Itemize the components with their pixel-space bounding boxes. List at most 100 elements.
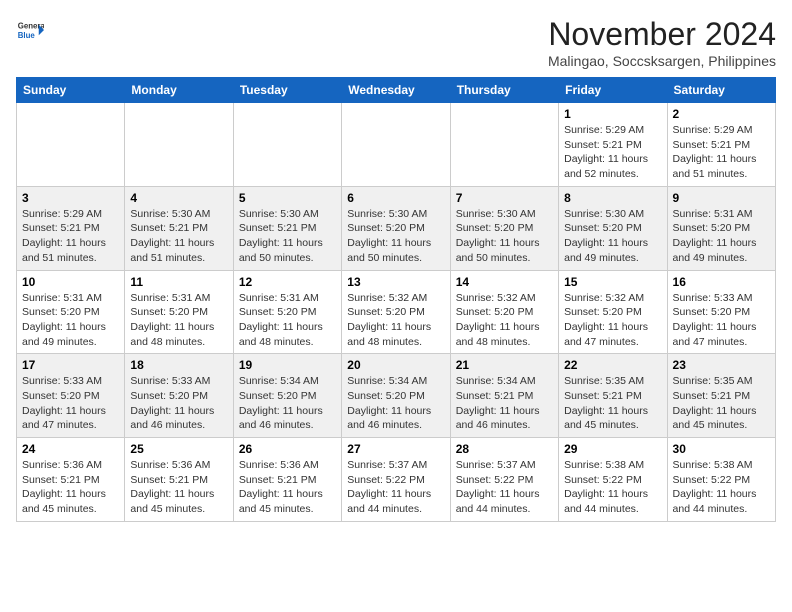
day-of-week-header: Tuesday <box>233 78 341 103</box>
day-info: Sunrise: 5:32 AM Sunset: 5:20 PM Dayligh… <box>564 291 661 350</box>
day-info: Sunrise: 5:36 AM Sunset: 5:21 PM Dayligh… <box>22 458 119 517</box>
calendar-cell <box>342 103 450 187</box>
day-info: Sunrise: 5:35 AM Sunset: 5:21 PM Dayligh… <box>673 374 770 433</box>
day-number: 4 <box>130 191 227 205</box>
day-number: 22 <box>564 358 661 372</box>
day-number: 10 <box>22 275 119 289</box>
day-info: Sunrise: 5:34 AM Sunset: 5:20 PM Dayligh… <box>239 374 336 433</box>
day-info: Sunrise: 5:30 AM Sunset: 5:20 PM Dayligh… <box>347 207 444 266</box>
calendar-cell: 13 Sunrise: 5:32 AM Sunset: 5:20 PM Dayli… <box>342 270 450 354</box>
calendar-cell: 26 Sunrise: 5:36 AM Sunset: 5:21 PM Dayli… <box>233 438 341 522</box>
day-of-week-header: Monday <box>125 78 233 103</box>
day-info: Sunrise: 5:36 AM Sunset: 5:21 PM Dayligh… <box>239 458 336 517</box>
day-info: Sunrise: 5:33 AM Sunset: 5:20 PM Dayligh… <box>673 291 770 350</box>
day-number: 3 <box>22 191 119 205</box>
calendar-week-row: 1 Sunrise: 5:29 AM Sunset: 5:21 PM Daylig… <box>17 103 776 187</box>
day-info: Sunrise: 5:29 AM Sunset: 5:21 PM Dayligh… <box>673 123 770 182</box>
calendar-week-row: 17 Sunrise: 5:33 AM Sunset: 5:20 PM Dayli… <box>17 354 776 438</box>
day-number: 12 <box>239 275 336 289</box>
day-info: Sunrise: 5:37 AM Sunset: 5:22 PM Dayligh… <box>456 458 553 517</box>
day-info: Sunrise: 5:33 AM Sunset: 5:20 PM Dayligh… <box>22 374 119 433</box>
day-number: 14 <box>456 275 553 289</box>
day-number: 21 <box>456 358 553 372</box>
day-info: Sunrise: 5:31 AM Sunset: 5:20 PM Dayligh… <box>673 207 770 266</box>
day-number: 8 <box>564 191 661 205</box>
calendar-cell: 28Sunrise: 5:37 AM Sunset: 5:22 PM Dayli… <box>450 438 558 522</box>
calendar-cell: 6Sunrise: 5:30 AM Sunset: 5:20 PM Daylig… <box>342 186 450 270</box>
day-number: 7 <box>456 191 553 205</box>
day-number: 17 <box>22 358 119 372</box>
calendar-week-row: 3 Sunrise: 5:29 AM Sunset: 5:21 PM Daylig… <box>17 186 776 270</box>
day-of-week-header: Sunday <box>17 78 125 103</box>
calendar-cell: 2Sunrise: 5:29 AM Sunset: 5:21 PM Daylig… <box>667 103 775 187</box>
day-of-week-header: Wednesday <box>342 78 450 103</box>
svg-text:Blue: Blue <box>18 31 36 40</box>
calendar-cell: 27 Sunrise: 5:37 AM Sunset: 5:22 PM Dayli… <box>342 438 450 522</box>
day-info: Sunrise: 5:33 AM Sunset: 5:20 PM Dayligh… <box>130 374 227 433</box>
calendar-cell: 21 Sunrise: 5:34 AM Sunset: 5:21 PM Dayli… <box>450 354 558 438</box>
day-info: Sunrise: 5:30 AM Sunset: 5:21 PM Dayligh… <box>239 207 336 266</box>
day-info: Sunrise: 5:34 AM Sunset: 5:21 PM Dayligh… <box>456 374 553 433</box>
day-info: Sunrise: 5:32 AM Sunset: 5:20 PM Dayligh… <box>456 291 553 350</box>
calendar-cell: 24 Sunrise: 5:36 AM Sunset: 5:21 PM Dayli… <box>17 438 125 522</box>
day-info: Sunrise: 5:32 AM Sunset: 5:20 PM Dayligh… <box>347 291 444 350</box>
calendar-cell: 5Sunrise: 5:30 AM Sunset: 5:21 PM Daylig… <box>233 186 341 270</box>
calendar-table: SundayMondayTuesdayWednesdayThursdayFrid… <box>16 77 776 522</box>
day-number: 24 <box>22 442 119 456</box>
day-number: 9 <box>673 191 770 205</box>
day-number: 1 <box>564 107 661 121</box>
day-info: Sunrise: 5:37 AM Sunset: 5:22 PM Dayligh… <box>347 458 444 517</box>
calendar-cell: 15 Sunrise: 5:32 AM Sunset: 5:20 PM Dayli… <box>559 270 667 354</box>
calendar-cell <box>17 103 125 187</box>
day-of-week-header: Saturday <box>667 78 775 103</box>
day-info: Sunrise: 5:30 AM Sunset: 5:20 PM Dayligh… <box>456 207 553 266</box>
calendar-cell: 1 Sunrise: 5:29 AM Sunset: 5:21 PM Daylig… <box>559 103 667 187</box>
day-info: Sunrise: 5:31 AM Sunset: 5:20 PM Dayligh… <box>130 291 227 350</box>
calendar-cell: 18 Sunrise: 5:33 AM Sunset: 5:20 PM Dayli… <box>125 354 233 438</box>
day-number: 29 <box>564 442 661 456</box>
day-info: Sunrise: 5:29 AM Sunset: 5:21 PM Dayligh… <box>22 207 119 266</box>
day-number: 13 <box>347 275 444 289</box>
day-info: Sunrise: 5:38 AM Sunset: 5:22 PM Dayligh… <box>564 458 661 517</box>
calendar-header-row: SundayMondayTuesdayWednesdayThursdayFrid… <box>17 78 776 103</box>
day-info: Sunrise: 5:36 AM Sunset: 5:21 PM Dayligh… <box>130 458 227 517</box>
calendar-cell: 16 Sunrise: 5:33 AM Sunset: 5:20 PM Dayli… <box>667 270 775 354</box>
calendar-cell <box>450 103 558 187</box>
day-number: 16 <box>673 275 770 289</box>
calendar-cell: 30 Sunrise: 5:38 AM Sunset: 5:22 PM Dayli… <box>667 438 775 522</box>
page-header: General Blue November 2024 Malingao, Soc… <box>16 16 776 69</box>
day-info: Sunrise: 5:29 AM Sunset: 5:21 PM Dayligh… <box>564 123 661 182</box>
day-info: Sunrise: 5:30 AM Sunset: 5:20 PM Dayligh… <box>564 207 661 266</box>
calendar-cell: 19 Sunrise: 5:34 AM Sunset: 5:20 PM Dayli… <box>233 354 341 438</box>
day-number: 30 <box>673 442 770 456</box>
calendar-cell: 25 Sunrise: 5:36 AM Sunset: 5:21 PM Dayli… <box>125 438 233 522</box>
calendar-week-row: 10 Sunrise: 5:31 AM Sunset: 5:20 PM Dayli… <box>17 270 776 354</box>
calendar-cell: 20Sunrise: 5:34 AM Sunset: 5:20 PM Dayli… <box>342 354 450 438</box>
calendar-cell: 10Sunrise: 5:31 AM Sunset: 5:20 PM Dayli… <box>17 270 125 354</box>
day-info: Sunrise: 5:38 AM Sunset: 5:22 PM Dayligh… <box>673 458 770 517</box>
day-number: 26 <box>239 442 336 456</box>
day-number: 23 <box>673 358 770 372</box>
location: Malingao, Soccsksargen, Philippines <box>548 53 776 69</box>
day-of-week-header: Thursday <box>450 78 558 103</box>
day-info: Sunrise: 5:34 AM Sunset: 5:20 PM Dayligh… <box>347 374 444 433</box>
calendar-cell: 12 Sunrise: 5:31 AM Sunset: 5:20 PM Dayli… <box>233 270 341 354</box>
calendar-cell: 11 Sunrise: 5:31 AM Sunset: 5:20 PM Dayli… <box>125 270 233 354</box>
day-number: 19 <box>239 358 336 372</box>
month-year: November 2024 <box>548 16 776 53</box>
day-info: Sunrise: 5:30 AM Sunset: 5:21 PM Dayligh… <box>130 207 227 266</box>
calendar-cell <box>125 103 233 187</box>
day-number: 18 <box>130 358 227 372</box>
logo-icon: General Blue <box>16 16 44 44</box>
calendar-cell: 17 Sunrise: 5:33 AM Sunset: 5:20 PM Dayli… <box>17 354 125 438</box>
day-number: 11 <box>130 275 227 289</box>
calendar-cell: 8 Sunrise: 5:30 AM Sunset: 5:20 PM Daylig… <box>559 186 667 270</box>
calendar-week-row: 24 Sunrise: 5:36 AM Sunset: 5:21 PM Dayli… <box>17 438 776 522</box>
calendar-cell <box>233 103 341 187</box>
day-number: 15 <box>564 275 661 289</box>
day-info: Sunrise: 5:31 AM Sunset: 5:20 PM Dayligh… <box>239 291 336 350</box>
day-number: 25 <box>130 442 227 456</box>
day-number: 27 <box>347 442 444 456</box>
calendar-cell: 4 Sunrise: 5:30 AM Sunset: 5:21 PM Daylig… <box>125 186 233 270</box>
calendar-cell: 7 Sunrise: 5:30 AM Sunset: 5:20 PM Daylig… <box>450 186 558 270</box>
